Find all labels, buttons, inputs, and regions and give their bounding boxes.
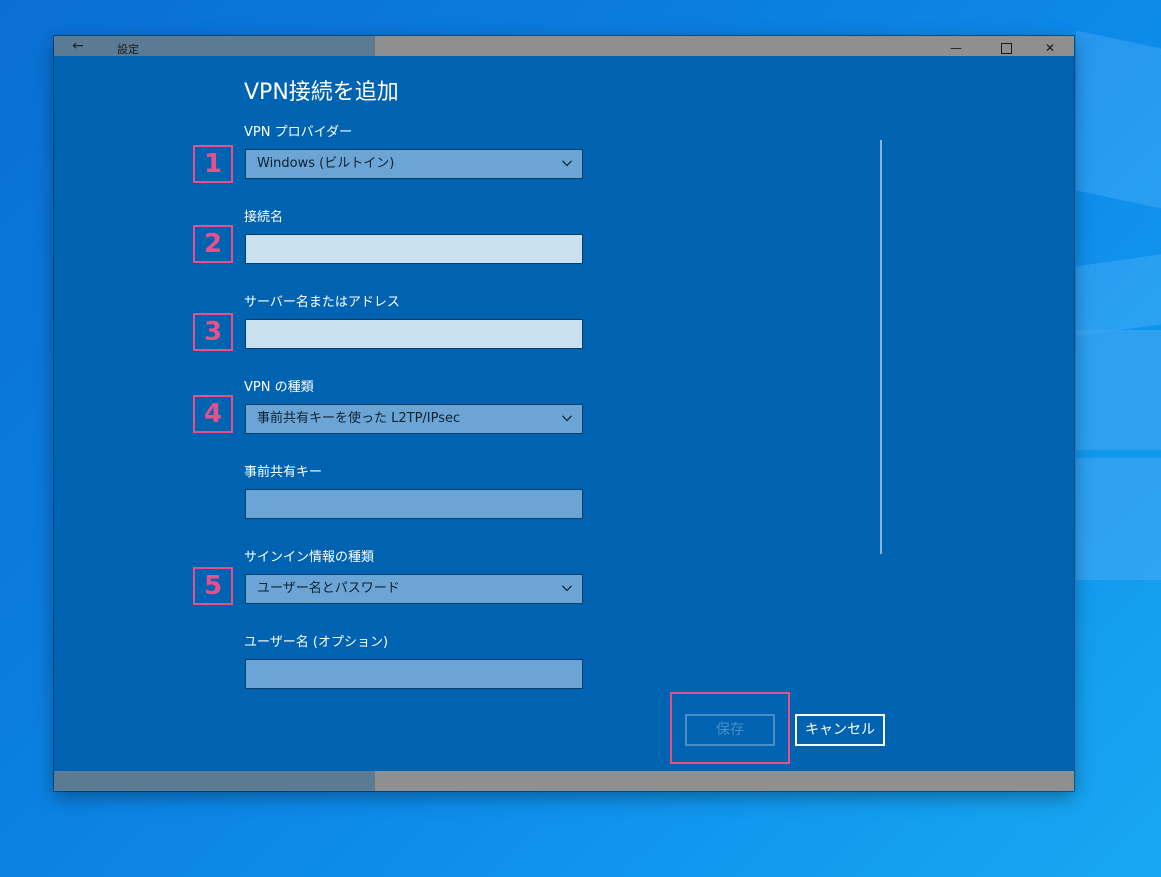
- chevron-down-icon: [562, 160, 572, 167]
- signin-type-label: サインイン情報の種類: [244, 550, 375, 565]
- chevron-down-icon: [562, 415, 572, 422]
- vpn-provider-value: Windows (ビルトイン): [257, 156, 395, 171]
- desktop-background: ← 設定 — ✕ VPN接続を追加 VPN プロバイダー 1 Windows (…: [0, 0, 1161, 877]
- cancel-button[interactable]: キャンセル: [795, 714, 885, 746]
- server-address-input[interactable]: [245, 319, 583, 349]
- preshared-key-label: 事前共有キー: [244, 465, 323, 480]
- dialog-title: VPN接続を追加: [244, 80, 399, 105]
- title-bar: [54, 36, 1074, 56]
- username-input[interactable]: [245, 659, 583, 689]
- minimize-icon[interactable]: —: [936, 40, 976, 56]
- connection-name-input[interactable]: [245, 234, 583, 264]
- windows-logo-wallpaper: [1076, 330, 1161, 580]
- close-icon[interactable]: ✕: [1030, 40, 1070, 56]
- username-label: ユーザー名 (オプション): [244, 635, 389, 650]
- signin-type-value: ユーザー名とパスワード: [257, 581, 400, 596]
- chevron-down-icon: [562, 585, 572, 592]
- annotation-number-4: 4: [193, 395, 233, 433]
- connection-name-label: 接続名: [244, 210, 284, 225]
- window-title: 設定: [117, 43, 139, 56]
- annotation-number-1: 1: [193, 145, 233, 183]
- vpn-type-select[interactable]: 事前共有キーを使った L2TP/IPsec: [245, 404, 583, 434]
- save-button[interactable]: 保存: [685, 714, 775, 746]
- wallpaper-ray: [1076, 30, 1161, 210]
- vpn-type-value: 事前共有キーを使った L2TP/IPsec: [257, 411, 461, 426]
- wallpaper-ray: [1076, 253, 1161, 337]
- bottom-bar: [54, 771, 1074, 791]
- vpn-provider-select[interactable]: Windows (ビルトイン): [245, 149, 583, 179]
- preshared-key-input[interactable]: [245, 489, 583, 519]
- annotation-number-3: 3: [193, 313, 233, 351]
- back-arrow-icon[interactable]: ←: [68, 39, 88, 54]
- vpn-type-label: VPN の種類: [244, 380, 314, 395]
- maximize-icon[interactable]: [986, 40, 1026, 56]
- vpn-provider-label: VPN プロバイダー: [244, 125, 353, 140]
- annotation-number-2: 2: [193, 225, 233, 263]
- server-address-label: サーバー名またはアドレス: [244, 295, 400, 310]
- signin-type-select[interactable]: ユーザー名とパスワード: [245, 574, 583, 604]
- settings-window: ← 設定 — ✕ VPN接続を追加 VPN プロバイダー 1 Windows (…: [54, 36, 1074, 791]
- annotation-number-5: 5: [193, 567, 233, 605]
- scrollbar[interactable]: [880, 140, 882, 554]
